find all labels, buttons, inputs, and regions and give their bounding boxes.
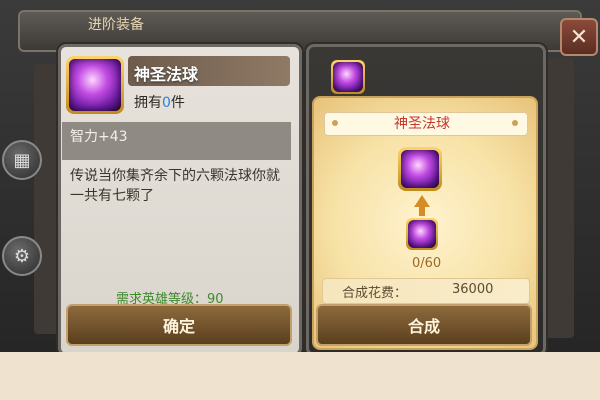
material-item-icon[interactable] <box>406 218 438 250</box>
title-dot-left <box>332 120 338 126</box>
settings-button[interactable]: ⚙ <box>2 236 42 276</box>
owned-label: 拥有 <box>134 95 162 111</box>
orb-icon <box>408 220 436 248</box>
grid-icon: ▦ <box>13 149 31 171</box>
owned-unit: 件 <box>170 95 185 111</box>
confirm-button[interactable]: 确定 <box>66 304 292 346</box>
compose-button[interactable]: 合成 <box>316 304 532 346</box>
item-description: 传说当你集齐余下的六颗法球你就一共有七颗了 <box>70 168 280 204</box>
orb-icon <box>401 150 439 188</box>
item-name: 神圣法球 <box>134 65 199 84</box>
cost-label: 合成花费： <box>342 286 408 301</box>
orb-icon <box>333 62 363 92</box>
owned-number: 0 <box>162 95 171 111</box>
selected-item-thumb[interactable] <box>331 60 365 94</box>
orb-icon <box>69 59 121 111</box>
cost-value: 36000 <box>452 282 494 297</box>
arrow-stem <box>419 206 425 216</box>
item-stat: 智力+43 <box>70 129 128 145</box>
gear-icon: ⚙ <box>13 245 31 267</box>
close-icon: ✕ <box>569 24 589 50</box>
synthesis-title: 神圣法球 <box>394 116 450 132</box>
target-item-icon[interactable] <box>398 147 442 191</box>
title-dot-right <box>512 120 518 126</box>
material-progress: 0/60 <box>412 256 442 271</box>
background-tab-title: 进阶装备 <box>88 17 144 33</box>
close-button[interactable]: ✕ <box>560 18 598 56</box>
owned-count: 拥有0件 <box>134 92 185 112</box>
item-icon <box>66 56 124 114</box>
grid-button[interactable]: ▦ <box>2 140 42 180</box>
bottom-area <box>0 352 600 400</box>
